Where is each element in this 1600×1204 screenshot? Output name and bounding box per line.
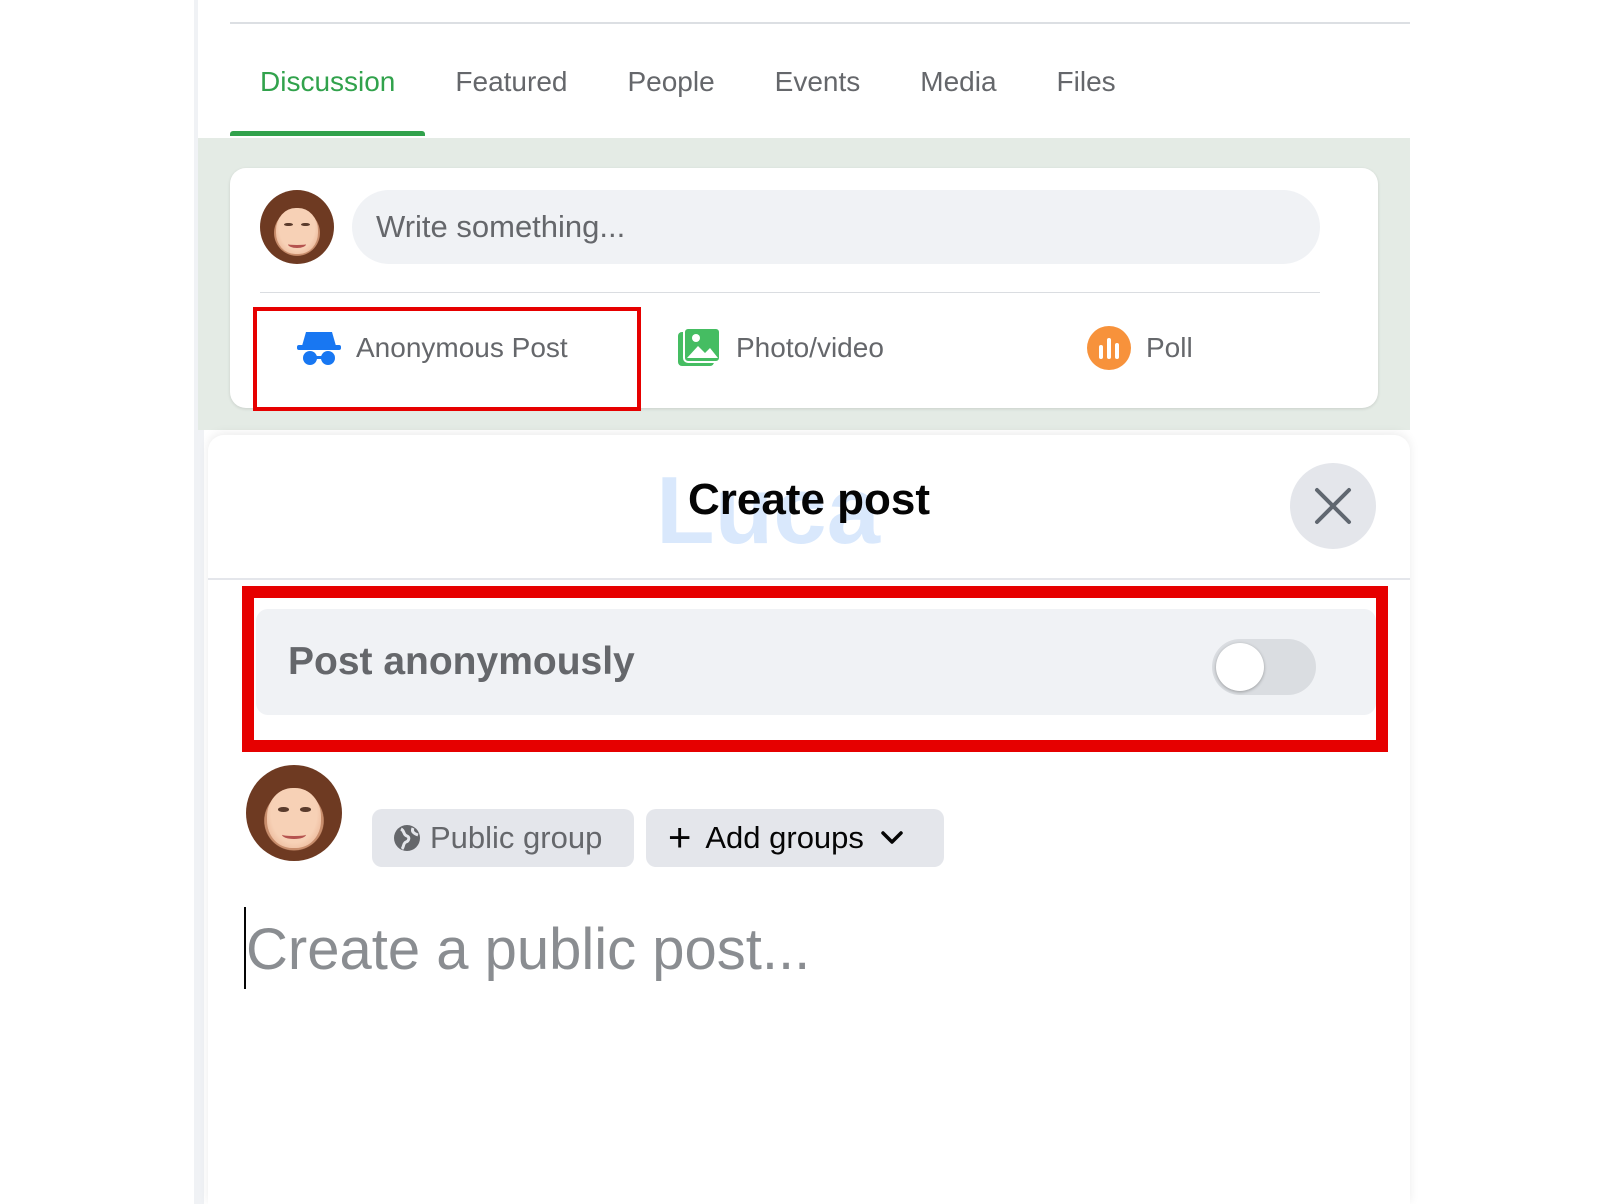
avatar-mouth	[282, 830, 306, 840]
annotation-highlight-box	[253, 307, 641, 411]
avatar-eye	[277, 807, 290, 813]
post-text-input[interactable]: Create a public post...	[244, 905, 1344, 995]
add-groups-label: Add groups	[705, 820, 864, 855]
annotation-highlight-box	[242, 586, 1388, 752]
avatar[interactable]	[246, 765, 342, 861]
photo-video-label: Photo/video	[736, 332, 884, 363]
chevron-down-icon	[881, 831, 903, 844]
tab-files[interactable]: Files	[1027, 40, 1146, 136]
tab-discussion[interactable]: Discussion	[230, 40, 426, 136]
post-placeholder: Create a public post...	[246, 917, 811, 982]
create-post-modal: Luca Create post Post anonymously Public…	[208, 435, 1410, 1204]
poll-label: Poll	[1146, 332, 1193, 363]
photo-icon	[678, 327, 721, 366]
photo-video-button[interactable]: Photo/video	[676, 308, 884, 388]
audience-label: Public group	[430, 820, 603, 855]
tab-people[interactable]: People	[597, 40, 744, 136]
poll-icon	[1087, 326, 1131, 370]
tab-media[interactable]: Media	[890, 40, 1026, 136]
avatar[interactable]	[260, 190, 334, 264]
poll-button[interactable]: Poll	[1086, 308, 1193, 388]
header-divider	[230, 22, 1410, 24]
close-icon	[1315, 488, 1351, 524]
composer-divider	[260, 292, 1320, 293]
avatar-mouth	[288, 240, 306, 248]
write-something-input[interactable]: Write something...	[352, 190, 1320, 264]
tab-featured[interactable]: Featured	[425, 40, 597, 136]
close-button[interactable]	[1290, 463, 1376, 549]
audience-selector[interactable]: Public group	[372, 809, 634, 867]
tab-events[interactable]: Events	[745, 40, 891, 136]
globe-icon	[394, 825, 420, 851]
plus-icon: +	[668, 816, 692, 860]
modal-title: Create post	[687, 475, 931, 524]
add-groups-button[interactable]: + Add groups	[646, 809, 944, 867]
group-tabs: Discussion Featured People Events Media …	[230, 40, 1146, 136]
text-caret	[244, 907, 246, 989]
modal-divider	[208, 578, 1410, 580]
